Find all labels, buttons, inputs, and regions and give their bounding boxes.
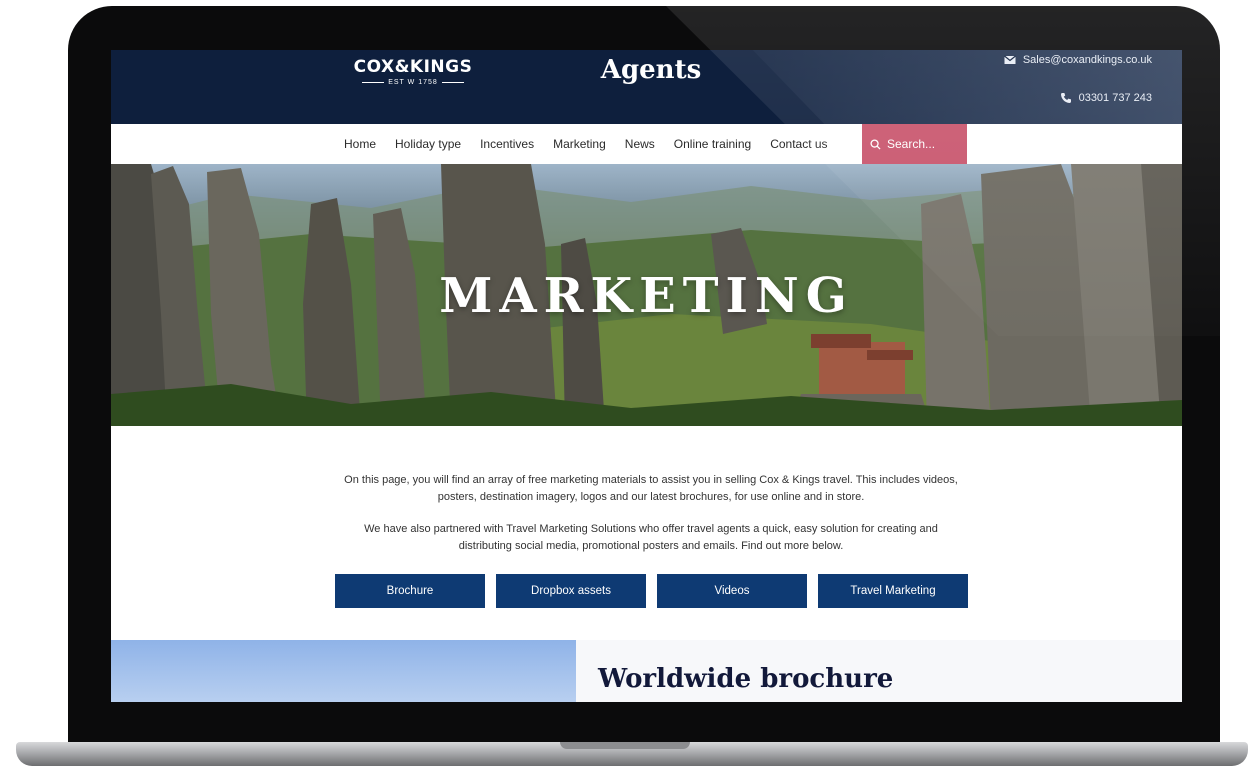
intro-paragraph-1: On this page, you will find an array of … [344,474,958,503]
logo-established-text: EST W 1758 [388,79,438,86]
travel-marketing-button[interactable]: Travel Marketing [818,574,968,608]
laptop-notch [560,742,690,749]
logo-established: EST W 1758 [349,78,477,87]
search-box[interactable]: Search... [862,124,967,164]
contact-email[interactable]: Sales@coxandkings.co.uk [1003,54,1152,66]
search-placeholder: Search... [887,137,936,151]
videos-button[interactable]: Videos [657,574,807,608]
brochure-button[interactable]: Brochure [335,574,485,608]
browser-screen: COX&KINGS EST W 1758 Agents Sales@coxand… [111,50,1182,702]
section-title: Agents [600,55,702,85]
main-nav: Home Holiday type Incentives Marketing N… [111,124,1182,164]
logo-wordmark: COX&KINGS [353,57,473,77]
brochure-title: Worldwide brochure [598,664,894,694]
contact-email-text: Sales@coxandkings.co.uk [1022,54,1152,66]
phone-icon [1060,93,1071,103]
hero-banner: MARKETING [111,164,1182,426]
nav-item-incentives[interactable]: Incentives [480,137,534,151]
cox-kings-logo[interactable]: COX&KINGS EST W 1758 [349,56,477,87]
dropbox-assets-button[interactable]: Dropbox assets [496,574,646,608]
envelope-icon [1003,55,1016,64]
brochure-image [111,640,576,702]
marketing-buttons: Brochure Dropbox assets Videos Travel Ma… [335,574,968,608]
intro-paragraph-2: We have also partnered with Travel Marke… [364,523,938,552]
brochure-panel: Worldwide brochure [576,640,1182,702]
nav-item-marketing[interactable]: Marketing [553,137,606,151]
intro-text: On this page, you will find an array of … [341,472,961,570]
nav-items: Home Holiday type Incentives Marketing N… [344,124,828,164]
site-header: COX&KINGS EST W 1758 Agents Sales@coxand… [111,50,1182,124]
nav-item-home[interactable]: Home [344,137,376,151]
contact-phone[interactable]: 03301 737 243 [1060,92,1152,104]
nav-item-holiday-type[interactable]: Holiday type [395,137,461,151]
nav-item-online-training[interactable]: Online training [674,137,751,151]
hero-title: MARKETING [439,268,854,324]
nav-item-news[interactable]: News [625,137,655,151]
nav-item-contact-us[interactable]: Contact us [770,137,827,151]
contact-phone-text: 03301 737 243 [1078,92,1152,104]
search-icon [870,138,881,150]
